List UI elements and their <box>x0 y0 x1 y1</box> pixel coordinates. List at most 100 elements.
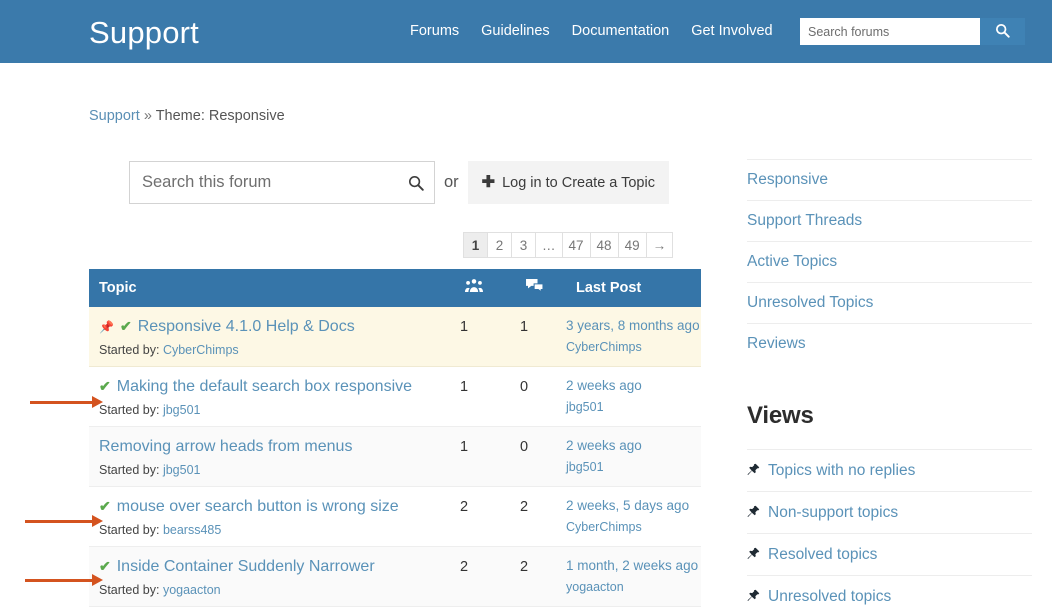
sidebar-item[interactable]: Reviews <box>747 323 1032 364</box>
sidebar-item-label[interactable]: Responsive <box>747 171 828 189</box>
sidebar-view-item[interactable]: Resolved topics <box>747 533 1032 575</box>
pagination-page-47[interactable]: 47 <box>562 232 590 258</box>
started-by-label: Started by: <box>99 523 163 537</box>
sidebar-view-link[interactable]: Non-support topics <box>747 504 898 522</box>
pagination-page-2[interactable]: 2 <box>487 232 511 258</box>
topic-author-link[interactable]: jbg501 <box>163 463 201 477</box>
topic-title-line: ✔ mouse over search button is wrong size <box>99 497 434 517</box>
search-icon <box>995 23 1010 41</box>
voices-count: 1 <box>434 307 494 366</box>
topic-title-link[interactable]: Responsive 4.1.0 Help & Docs <box>138 317 355 337</box>
last-post-freshness-link[interactable]: 3 years, 8 months ago <box>566 318 701 333</box>
sidebar-view-item[interactable]: Unresolved topics <box>747 575 1032 611</box>
table-row: ✔ Making the default search box responsiv… <box>89 367 701 427</box>
nav-item-forums[interactable]: Forums <box>410 22 459 41</box>
pagination-next[interactable]: → <box>646 232 674 258</box>
sidebar-view-label: Non-support topics <box>768 504 898 522</box>
sidebar-view-item[interactable]: Topics with no replies <box>747 449 1032 491</box>
table-row: ✔ mouse over search button is wrong size S… <box>89 487 701 547</box>
table-header-row: Topic <box>89 269 701 307</box>
topic-cell: ✔Inside Container Suddenly NarrowerStart… <box>89 547 434 606</box>
sidebar-view-item[interactable]: Non-support topics <box>747 491 1032 533</box>
last-post-freshness-link[interactable]: 2 weeks ago <box>566 378 701 393</box>
sidebar-item-label[interactable]: Reviews <box>747 335 806 353</box>
topic-cell: ✔ mouse over search button is wrong size S… <box>89 487 434 546</box>
header-search <box>800 18 1025 45</box>
last-post-author-link[interactable]: jbg501 <box>566 400 701 414</box>
sidebar-view-label: Resolved topics <box>768 546 877 564</box>
pagination: 123…474849→ <box>463 232 673 258</box>
last-post-cell: 2 weeks ago jbg501 <box>554 427 701 486</box>
breadcrumb-separator: » <box>144 108 152 124</box>
login-button-label: Log in to Create a Topic <box>502 175 655 191</box>
resolved-check-icon: ✔ <box>99 379 111 393</box>
resolved-check-icon: ✔ <box>99 499 111 513</box>
pin-icon <box>747 463 760 478</box>
column-header-topic: Topic <box>89 280 444 296</box>
breadcrumb-root[interactable]: Support <box>89 108 140 124</box>
sidebar-view-link[interactable]: Resolved topics <box>747 546 877 564</box>
nav-item-guidelines[interactable]: Guidelines <box>481 22 550 41</box>
sidebar-item[interactable]: Support Threads <box>747 200 1032 241</box>
pin-icon: 📌 <box>99 321 114 333</box>
login-to-create-topic-button[interactable]: ✚ Log in to Create a Topic <box>468 161 669 204</box>
pagination-page-48[interactable]: 48 <box>590 232 618 258</box>
plus-icon: ✚ <box>482 175 495 191</box>
sidebar-views-list: Topics with no replies Non-support topics… <box>747 449 1032 611</box>
sidebar-item[interactable]: Active Topics <box>747 241 1032 282</box>
nav-item-get-involved[interactable]: Get Involved <box>691 22 772 41</box>
started-by: Started by: jbg501 <box>99 463 434 477</box>
pagination-page-49[interactable]: 49 <box>618 232 646 258</box>
topic-title-link[interactable]: mouse over search button is wrong size <box>117 497 399 517</box>
arrow-shaft <box>30 401 92 404</box>
arrow-head <box>92 574 103 586</box>
header-search-button[interactable] <box>980 18 1025 45</box>
last-post-freshness-link[interactable]: 2 weeks ago <box>566 438 701 453</box>
topic-title-link[interactable]: Making the default search box responsive <box>117 377 412 397</box>
replies-count: 2 <box>494 487 554 546</box>
last-post-author-link[interactable]: CyberChimps <box>566 520 701 534</box>
last-post-freshness-link[interactable]: 1 month, 2 weeks ago <box>566 558 701 573</box>
sidebar-item-label[interactable]: Unresolved Topics <box>747 294 873 312</box>
sidebar-item[interactable]: Responsive <box>747 159 1032 200</box>
topic-title-link[interactable]: Removing arrow heads from menus <box>99 437 352 457</box>
forum-search-input[interactable] <box>130 162 434 203</box>
started-by-label: Started by: <box>99 343 163 357</box>
last-post-author-link[interactable]: jbg501 <box>566 460 701 474</box>
last-post-cell: 3 years, 8 months ago CyberChimps <box>554 307 701 366</box>
last-post-cell: 2 weeks ago jbg501 <box>554 367 701 426</box>
pagination-page-ellipsis: … <box>535 232 562 258</box>
started-by-label: Started by: <box>99 463 163 477</box>
annotation-arrow <box>30 396 103 409</box>
topic-title-line: ✔ Making the default search box responsiv… <box>99 377 434 397</box>
topic-author-link[interactable]: bearss485 <box>163 523 221 537</box>
topic-author-link[interactable]: CyberChimps <box>163 343 239 357</box>
resolved-check-icon: ✔ <box>120 319 132 333</box>
pagination-page-1[interactable]: 1 <box>463 232 487 258</box>
sidebar-item[interactable]: Unresolved Topics <box>747 282 1032 323</box>
last-post-freshness-link[interactable]: 2 weeks, 5 days ago <box>566 498 701 513</box>
topic-author-link[interactable]: jbg501 <box>163 403 201 417</box>
site-brand[interactable]: Support <box>89 14 199 51</box>
pagination-page-3[interactable]: 3 <box>511 232 535 258</box>
sidebar-item-label[interactable]: Support Threads <box>747 212 862 230</box>
topic-title-link[interactable]: Inside Container Suddenly Narrower <box>117 557 375 577</box>
annotation-arrow <box>25 515 103 528</box>
table-body: 📌 ✔ Responsive 4.1.0 Help & Docs Started by… <box>89 307 701 607</box>
sidebar-view-link[interactable]: Topics with no replies <box>747 462 915 480</box>
topic-author-link[interactable]: yogaacton <box>163 583 221 597</box>
sidebar-item-label[interactable]: Active Topics <box>747 253 837 271</box>
forum-search-row: or ✚ Log in to Create a Topic <box>129 161 669 204</box>
column-header-replies <box>504 278 564 299</box>
views-heading: Views <box>747 402 1032 430</box>
header-search-input[interactable] <box>800 18 980 45</box>
search-icon[interactable] <box>408 175 424 191</box>
breadcrumb-current: Theme: Responsive <box>156 108 285 124</box>
nav-item-documentation[interactable]: Documentation <box>572 22 670 41</box>
last-post-author-link[interactable]: yogaacton <box>566 580 701 594</box>
last-post-cell: 2 weeks, 5 days ago CyberChimps <box>554 487 701 546</box>
pin-icon <box>747 505 760 520</box>
last-post-author-link[interactable]: CyberChimps <box>566 340 701 354</box>
topic-cell: Removing arrow heads from menus Started b… <box>89 427 434 486</box>
sidebar-view-link[interactable]: Unresolved topics <box>747 588 891 606</box>
